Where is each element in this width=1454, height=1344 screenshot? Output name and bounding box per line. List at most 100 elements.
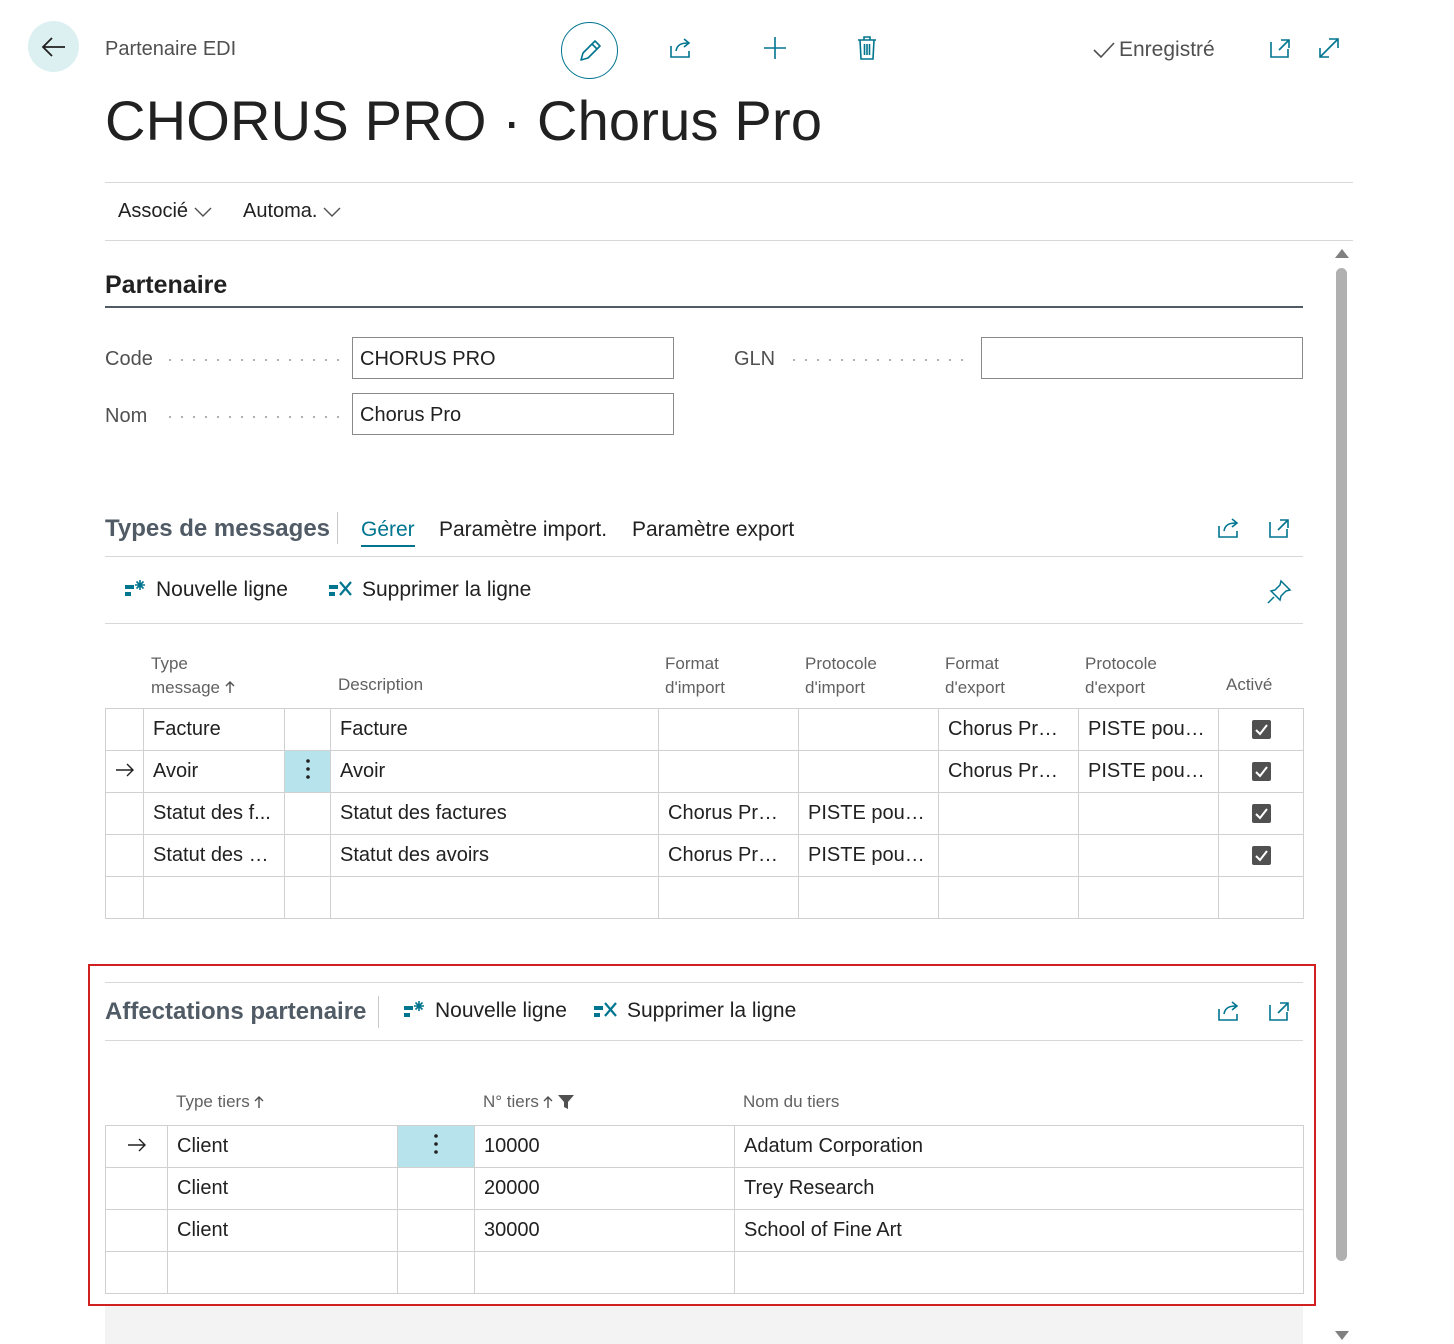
more-options-icon[interactable] bbox=[305, 758, 311, 780]
cell-active[interactable] bbox=[1218, 708, 1304, 751]
scrollbar-thumb[interactable] bbox=[1336, 268, 1347, 1261]
cell-nom-tiers[interactable]: Trey Research bbox=[734, 1167, 1304, 1210]
cell-format-import[interactable] bbox=[658, 876, 799, 919]
cell-type-message[interactable]: Statut des a... bbox=[143, 834, 285, 877]
tab-parametre-export[interactable]: Paramètre export bbox=[632, 518, 794, 542]
personalize-button[interactable] bbox=[1259, 572, 1299, 612]
message-types-share-button[interactable] bbox=[1209, 508, 1249, 548]
col-header-format-import[interactable]: Format d'import bbox=[665, 652, 775, 700]
message-types-delete-line-button[interactable]: Supprimer la ligne bbox=[328, 578, 531, 602]
assignments-delete-line-button[interactable]: Supprimer la ligne bbox=[593, 999, 796, 1023]
edit-button[interactable] bbox=[561, 22, 618, 79]
cell-type-tiers[interactable]: Client bbox=[167, 1125, 398, 1168]
cell-protocol-export[interactable]: PISTE pour ... bbox=[1078, 708, 1219, 751]
checkbox-checked-icon[interactable] bbox=[1251, 762, 1271, 782]
more-options-icon[interactable] bbox=[433, 1133, 439, 1155]
cell-type-message[interactable]: Avoir bbox=[143, 750, 285, 793]
nom-field[interactable]: Chorus Pro bbox=[352, 393, 674, 435]
cell-type-tiers[interactable]: Client bbox=[167, 1209, 398, 1252]
cell-active[interactable] bbox=[1218, 792, 1304, 835]
cell-format-import[interactable] bbox=[658, 750, 799, 793]
assignments-share-button[interactable] bbox=[1209, 991, 1249, 1031]
cell-numero-tiers[interactable]: 30000 bbox=[474, 1209, 735, 1252]
cell-protocol-export[interactable] bbox=[1078, 834, 1219, 877]
delete-button[interactable] bbox=[847, 28, 887, 68]
table-row[interactable]: Facture Facture Chorus Pro ... PISTE pour .… bbox=[105, 708, 1304, 751]
row-menu-cell[interactable] bbox=[397, 1167, 475, 1210]
row-menu-cell[interactable] bbox=[284, 834, 331, 877]
col-header-description[interactable]: Description bbox=[338, 673, 423, 697]
col-header-active[interactable]: Activé bbox=[1226, 673, 1272, 697]
cell-numero-tiers[interactable] bbox=[474, 1251, 735, 1294]
scroll-up-arrow-icon[interactable] bbox=[1334, 247, 1350, 259]
cell-format-export[interactable]: Chorus Pro ... bbox=[938, 750, 1079, 793]
open-new-window-button[interactable] bbox=[1260, 28, 1300, 68]
cell-nom-tiers[interactable]: Adatum Corporation bbox=[734, 1125, 1304, 1168]
cell-protocol-export[interactable]: PISTE pour ... bbox=[1078, 750, 1219, 793]
table-row[interactable]: Statut des a... Statut des avoirs Chorus P… bbox=[105, 834, 1304, 877]
cell-nom-tiers[interactable] bbox=[734, 1251, 1304, 1294]
cell-active[interactable] bbox=[1218, 750, 1304, 793]
assignments-expand-button[interactable] bbox=[1259, 991, 1299, 1031]
expand-button[interactable] bbox=[1309, 28, 1349, 68]
cell-format-export[interactable] bbox=[938, 876, 1079, 919]
checkbox-checked-icon[interactable] bbox=[1251, 720, 1271, 740]
table-row[interactable]: Statut des f... Statut des factures Chorus… bbox=[105, 792, 1304, 835]
cell-format-export[interactable]: Chorus Pro ... bbox=[938, 708, 1079, 751]
cell-numero-tiers[interactable]: 10000 bbox=[474, 1125, 735, 1168]
message-types-new-line-button[interactable]: Nouvelle ligne bbox=[124, 578, 288, 602]
table-row-empty[interactable] bbox=[105, 1251, 1304, 1294]
table-row-empty[interactable] bbox=[105, 876, 1304, 919]
cell-format-export[interactable] bbox=[938, 792, 1079, 835]
table-row[interactable]: Client 20000 Trey Research bbox=[105, 1167, 1304, 1210]
cell-description[interactable]: Statut des factures bbox=[330, 792, 659, 835]
cell-type-message[interactable] bbox=[143, 876, 285, 919]
cell-protocol-import[interactable]: PISTE pour ... bbox=[798, 834, 939, 877]
share-button[interactable] bbox=[661, 28, 701, 68]
row-menu-cell[interactable] bbox=[397, 1251, 475, 1294]
checkbox-checked-icon[interactable] bbox=[1251, 804, 1271, 824]
checkbox-checked-icon[interactable] bbox=[1251, 846, 1271, 866]
cell-format-import[interactable]: Chorus Pro ... bbox=[658, 834, 799, 877]
table-row[interactable]: Client 30000 School of Fine Art bbox=[105, 1209, 1304, 1252]
row-menu-cell[interactable] bbox=[284, 750, 331, 793]
row-menu-cell[interactable] bbox=[397, 1209, 475, 1252]
cell-format-import[interactable]: Chorus Pro ... bbox=[658, 792, 799, 835]
scroll-down-arrow-icon[interactable] bbox=[1334, 1330, 1350, 1342]
cell-type-tiers[interactable]: Client bbox=[167, 1167, 398, 1210]
cell-numero-tiers[interactable]: 20000 bbox=[474, 1167, 735, 1210]
tab-gerer[interactable]: Gérer bbox=[361, 518, 415, 547]
cell-description[interactable]: Avoir bbox=[330, 750, 659, 793]
cell-description[interactable]: Facture bbox=[330, 708, 659, 751]
assignments-new-line-button[interactable]: Nouvelle ligne bbox=[403, 999, 567, 1023]
new-button[interactable] bbox=[755, 28, 795, 68]
table-row[interactable]: Client 10000 Adatum Corporation bbox=[105, 1125, 1304, 1168]
cell-protocol-import[interactable]: PISTE pour ... bbox=[798, 792, 939, 835]
menu-automa[interactable]: Automa. bbox=[243, 200, 341, 223]
cell-description[interactable] bbox=[330, 876, 659, 919]
back-button[interactable] bbox=[28, 21, 79, 72]
code-field[interactable]: CHORUS PRO bbox=[352, 337, 674, 379]
table-row[interactable]: Avoir Avoir Chorus Pro ... PISTE pour ... bbox=[105, 750, 1304, 793]
cell-active[interactable] bbox=[1218, 876, 1304, 919]
row-menu-cell[interactable] bbox=[284, 708, 331, 751]
col-header-protocol-export[interactable]: Protocole d'export bbox=[1085, 652, 1195, 700]
cell-protocol-import[interactable] bbox=[798, 750, 939, 793]
row-menu-cell[interactable] bbox=[284, 792, 331, 835]
cell-type-message[interactable]: Statut des f... bbox=[143, 792, 285, 835]
cell-protocol-import[interactable] bbox=[798, 708, 939, 751]
section-title-partenaire[interactable]: Partenaire bbox=[105, 271, 227, 300]
col-header-protocol-import[interactable]: Protocole d'import bbox=[805, 652, 915, 700]
message-types-expand-button[interactable] bbox=[1259, 508, 1299, 548]
cell-protocol-export[interactable] bbox=[1078, 792, 1219, 835]
cell-type-tiers[interactable] bbox=[167, 1251, 398, 1294]
col-header-type-tiers[interactable]: Type tiers bbox=[176, 1090, 264, 1114]
cell-format-export[interactable] bbox=[938, 834, 1079, 877]
cell-active[interactable] bbox=[1218, 834, 1304, 877]
row-menu-cell[interactable] bbox=[397, 1125, 475, 1168]
tab-parametre-import[interactable]: Paramètre import. bbox=[439, 518, 607, 542]
cell-description[interactable]: Statut des avoirs bbox=[330, 834, 659, 877]
cell-nom-tiers[interactable]: School of Fine Art bbox=[734, 1209, 1304, 1252]
cell-protocol-export[interactable] bbox=[1078, 876, 1219, 919]
col-header-type-message[interactable]: Type message bbox=[151, 652, 235, 700]
